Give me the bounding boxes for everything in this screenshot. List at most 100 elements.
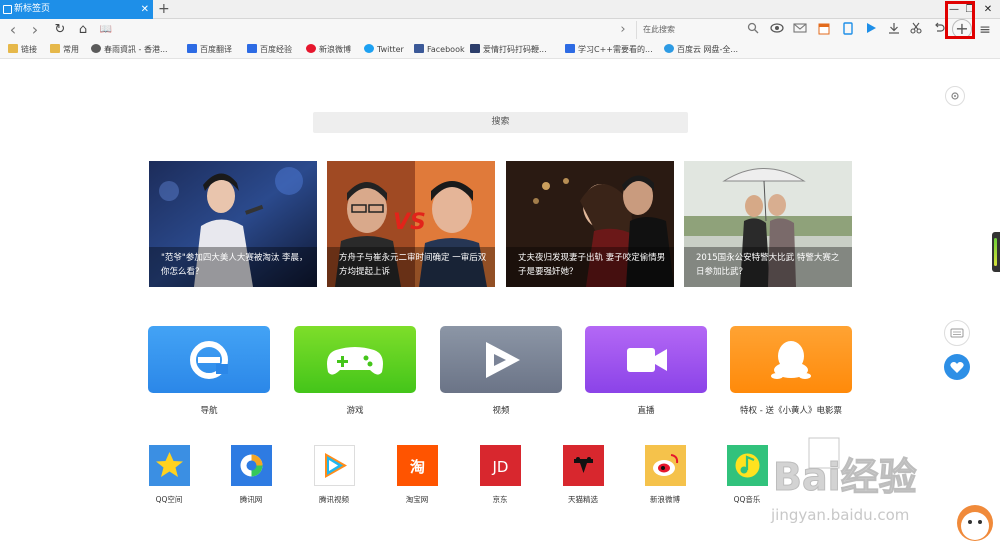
gear-icon xyxy=(951,92,959,100)
page-search-input[interactable]: 搜索 xyxy=(313,112,688,133)
qzone-icon xyxy=(156,452,183,477)
site-tile-taobao[interactable]: 淘 xyxy=(397,445,438,486)
bookmark-item[interactable]: 学习C++需要看的... xyxy=(565,41,653,59)
reload-button[interactable]: ↻ xyxy=(51,19,69,41)
tencent-video-icon xyxy=(325,453,347,478)
twitter-icon xyxy=(364,44,374,53)
weibo-icon xyxy=(306,44,316,53)
tab-new-tab[interactable]: 新标签页 ✕ xyxy=(0,0,153,19)
site-label: QQ空间 xyxy=(155,495,183,504)
annotation-highlight-box xyxy=(945,1,975,39)
home-button[interactable]: ⌂ xyxy=(74,19,92,41)
navigation-icon xyxy=(190,341,228,379)
folder-icon xyxy=(8,44,18,53)
svg-text:Bai经验: Bai经验 xyxy=(773,455,917,499)
svg-text:JD: JD xyxy=(492,458,509,476)
folder-icon xyxy=(50,44,60,53)
site-tile-tencent[interactable] xyxy=(231,445,272,486)
cloud-icon xyxy=(664,44,674,53)
app-label: 游戏 xyxy=(346,406,364,416)
app-tile-games[interactable] xyxy=(294,326,416,393)
reader-button[interactable]: 📖 xyxy=(97,19,115,41)
address-bar[interactable] xyxy=(125,21,630,39)
site-tile-jd[interactable]: JD xyxy=(480,445,521,486)
baidu-jingyan-watermark: Bai经验 jingyan.baidu.com xyxy=(765,428,1000,543)
baidu-logo: Bai经验 jingyan.baidu.com xyxy=(770,437,993,541)
scroll-handle[interactable] xyxy=(992,232,1000,272)
weibo-icon xyxy=(653,454,679,476)
app-tile-live[interactable] xyxy=(585,326,707,393)
svg-text:淘: 淘 xyxy=(409,458,425,476)
tab-title: 新标签页 xyxy=(14,4,51,14)
qq-music-icon xyxy=(735,453,760,478)
tab-close-icon[interactable]: ✕ xyxy=(141,0,149,19)
phone-icon[interactable] xyxy=(840,22,856,38)
bookmark-item[interactable]: 新浪微博 xyxy=(306,41,351,59)
calendar-icon[interactable] xyxy=(816,22,832,38)
keyboard-button[interactable] xyxy=(944,320,970,346)
svg-text:jingyan.baidu.com: jingyan.baidu.com xyxy=(770,506,909,524)
site-tile-qzone[interactable] xyxy=(149,445,190,486)
bookmark-item[interactable]: 春雨資訊 - 香港... xyxy=(91,41,168,59)
news-card[interactable]: 丈夫夜归发现妻子出轨 妻子咬定偷情男子是要强奸她？ xyxy=(506,161,674,287)
go-button[interactable]: › xyxy=(614,19,632,41)
news-caption: "范爷"参加四大美人大赛被淘汰 李晨，你怎么看？ xyxy=(161,253,308,277)
forward-button[interactable]: › xyxy=(26,19,44,41)
bookmarks-bar: 链接 常用 春雨資訊 - 香港... 百度翻译 百度经验 新浪微博 Twitte… xyxy=(0,41,1000,59)
eye-icon[interactable] xyxy=(769,22,785,38)
gamepad-icon xyxy=(327,347,383,375)
bookmark-item[interactable]: Twitter xyxy=(364,41,404,59)
jd-icon: JD xyxy=(492,458,509,476)
news-card[interactable]: VS 方舟子与崔永元二审时间确定 一审后双方均提起上诉 xyxy=(327,161,495,287)
toolbar-search-input[interactable]: 在此搜索 xyxy=(636,21,762,39)
back-button[interactable]: ‹ xyxy=(4,19,22,41)
site-tile-tencent-video[interactable] xyxy=(314,445,355,486)
site-label: 天猫精选 xyxy=(568,495,598,504)
bookmark-item[interactable]: 百度翻译 xyxy=(187,41,232,59)
play-icon xyxy=(486,342,520,378)
tab-strip: 新标签页 ✕ + — ❐ ✕ xyxy=(0,0,1000,19)
bookmark-item[interactable]: 百度云 网盘-全... xyxy=(664,41,738,59)
facebook-icon xyxy=(414,44,424,53)
news-card[interactable]: "范爷"参加四大美人大赛被淘汰 李晨，你怎么看？ xyxy=(149,161,317,287)
svg-text:VS: VS xyxy=(393,210,426,235)
app-tile-navigation[interactable] xyxy=(148,326,270,393)
tmall-icon xyxy=(574,457,593,473)
bookmark-item[interactable]: 链接 xyxy=(8,41,37,59)
site-tile-tmall[interactable] xyxy=(563,445,604,486)
app-label: 直播 xyxy=(637,406,655,416)
site-label: 腾讯视频 xyxy=(319,495,349,504)
news-card[interactable]: 2015国永公安特警大比武 特警大赛之日参加比武？ xyxy=(684,161,852,287)
app-label: 视频 xyxy=(492,406,510,416)
mail-icon[interactable] xyxy=(792,22,808,38)
heart-icon xyxy=(950,362,964,373)
camera-icon xyxy=(627,348,667,372)
qq-penguin-icon xyxy=(771,341,811,379)
site-icon xyxy=(91,44,101,53)
app-tile-video[interactable] xyxy=(440,326,562,393)
app-tile-privilege[interactable] xyxy=(730,326,852,393)
site-label: 京东 xyxy=(492,495,508,504)
bookmark-item[interactable]: Facebook xyxy=(414,41,465,59)
site-label: 腾讯网 xyxy=(239,495,263,504)
scissors-icon[interactable] xyxy=(908,22,924,38)
window-close-button[interactable]: ✕ xyxy=(980,0,996,19)
page-settings-button[interactable] xyxy=(945,86,965,106)
media-play-icon[interactable] xyxy=(863,22,879,38)
new-tab-button[interactable]: + xyxy=(158,0,170,19)
favorite-button[interactable] xyxy=(944,354,970,380)
site-tile-weibo[interactable] xyxy=(645,445,686,486)
bookmark-item[interactable]: 爱情打码打码鞭... xyxy=(470,41,547,59)
site-tile-qq-music[interactable] xyxy=(727,445,768,486)
bookmark-item[interactable]: 常用 xyxy=(50,41,79,59)
site-label: 淘宝网 xyxy=(405,495,429,504)
download-icon[interactable] xyxy=(886,22,902,38)
site-icon xyxy=(565,44,575,53)
magnifier-icon[interactable] xyxy=(745,22,761,38)
bookmark-item[interactable]: 百度经验 xyxy=(247,41,292,59)
toolbar: ‹ › ↻ ⌂ 📖 ★ › 在此搜索 + ≡ xyxy=(0,19,1000,41)
app-label: 导航 xyxy=(200,406,218,416)
menu-button[interactable]: ≡ xyxy=(977,22,993,38)
tencent-icon xyxy=(240,454,263,477)
site-label: 新浪微博 xyxy=(650,495,680,504)
